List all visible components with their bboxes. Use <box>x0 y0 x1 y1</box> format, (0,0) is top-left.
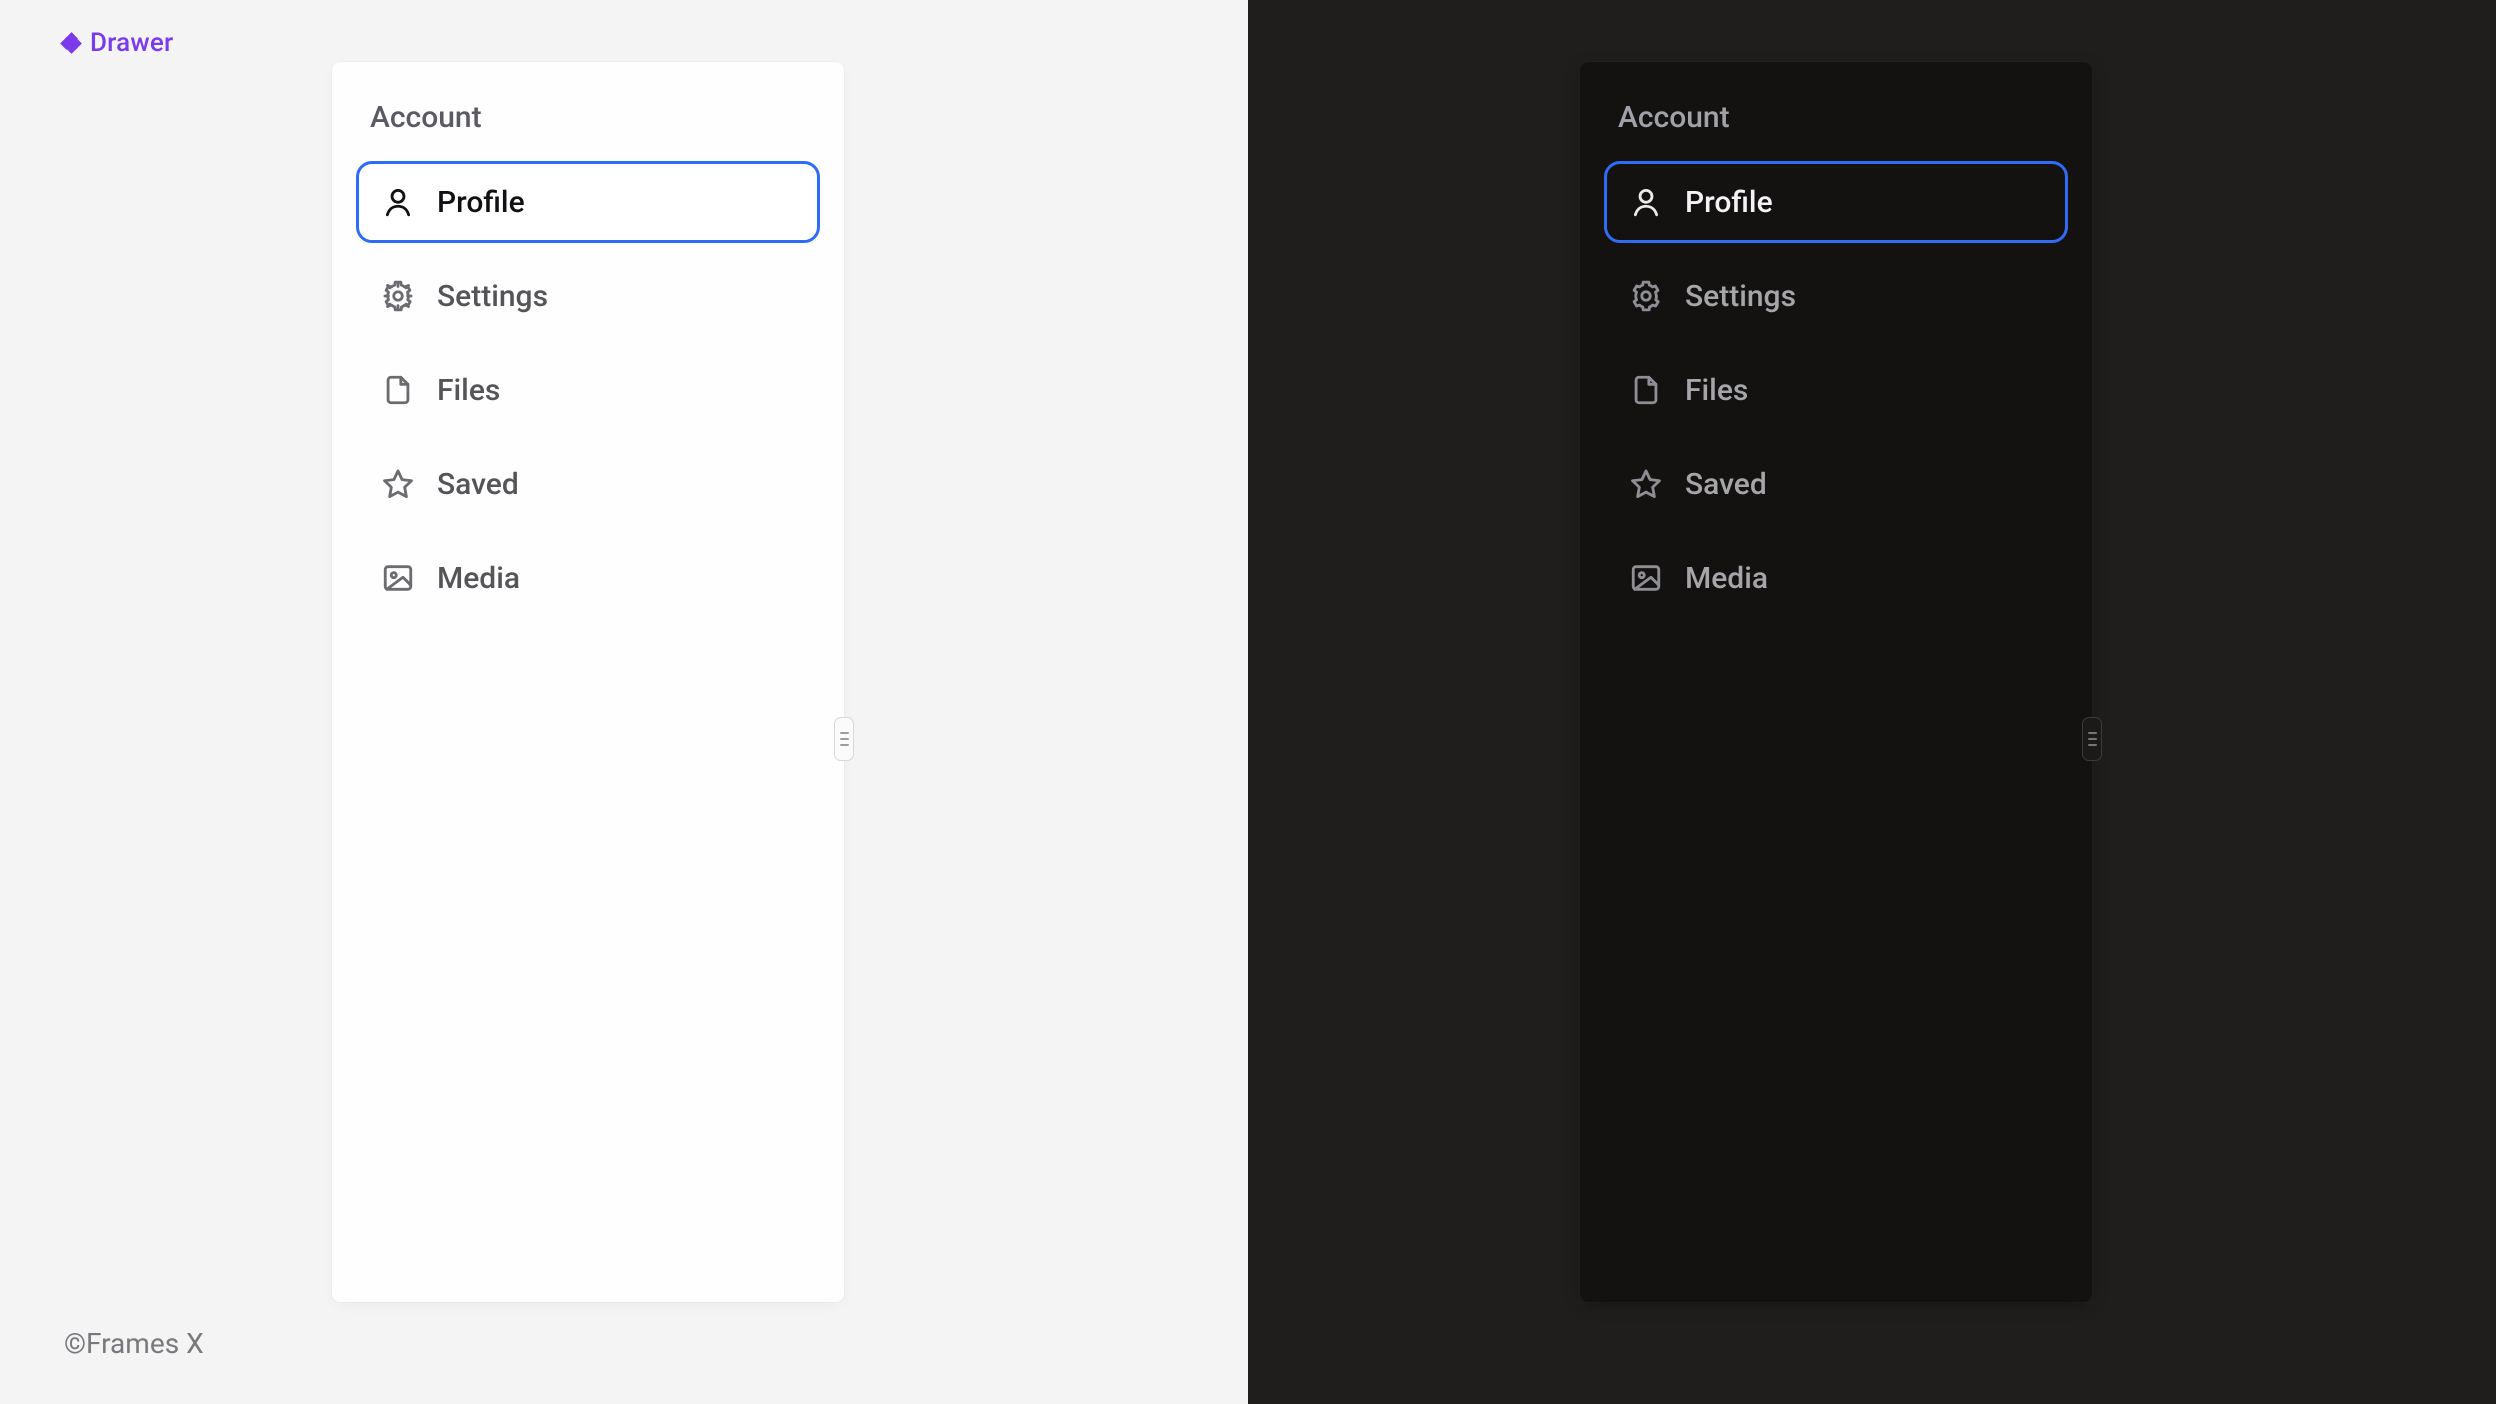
drawer-item-label: Settings <box>1685 279 1796 314</box>
user-icon <box>1629 185 1663 219</box>
drawer-section-title: Account <box>370 100 820 135</box>
drawer-item-files[interactable]: Files <box>356 349 820 431</box>
drawer-item-label: Settings <box>437 279 548 314</box>
drawer-item-label: Profile <box>1685 185 1773 220</box>
drawer-item-label: Saved <box>1685 467 1767 502</box>
dark-theme-preview: Account Profile Settings Files <box>1248 0 2496 1404</box>
file-icon <box>381 373 415 407</box>
drawer-item-label: Media <box>1685 561 1768 596</box>
drawer-item-saved[interactable]: Saved <box>1604 443 2068 525</box>
component-label-text: Drawer <box>90 28 173 58</box>
drawer-panel-light: Account Profile Settings <box>332 62 844 1302</box>
drawer-items: Profile Settings Files <box>356 161 820 619</box>
gear-icon <box>1629 279 1663 313</box>
drawer-items: Profile Settings Files Saved <box>1604 161 2068 619</box>
drawer-item-settings[interactable]: Settings <box>356 255 820 337</box>
drawer-item-label: Media <box>437 561 520 596</box>
file-icon <box>1629 373 1663 407</box>
drawer-item-settings[interactable]: Settings <box>1604 255 2068 337</box>
drawer-item-media[interactable]: Media <box>1604 537 2068 619</box>
drawer-item-label: Profile <box>437 185 525 220</box>
gear-icon <box>381 279 415 313</box>
star-icon <box>381 467 415 501</box>
image-icon <box>381 561 415 595</box>
drawer-item-saved[interactable]: Saved <box>356 443 820 525</box>
drawer-item-files[interactable]: Files <box>1604 349 2068 431</box>
user-icon <box>381 185 415 219</box>
drawer-item-label: Saved <box>437 467 519 502</box>
image-icon <box>1629 561 1663 595</box>
diamond-icon <box>62 34 80 52</box>
drawer-item-label: Files <box>437 373 500 408</box>
drawer-item-media[interactable]: Media <box>356 537 820 619</box>
copyright-text: ©Frames X <box>64 1327 204 1360</box>
drawer-resize-handle[interactable] <box>834 717 854 761</box>
drawer-section-title: Account <box>1618 100 2068 135</box>
drawer-item-profile[interactable]: Profile <box>356 161 820 243</box>
star-icon <box>1629 467 1663 501</box>
drawer-item-label: Files <box>1685 373 1748 408</box>
drawer-resize-handle[interactable] <box>2082 717 2102 761</box>
drawer-panel-dark: Account Profile Settings Files <box>1580 62 2092 1302</box>
component-label: Drawer <box>62 28 173 58</box>
drawer-item-profile[interactable]: Profile <box>1604 161 2068 243</box>
light-theme-preview: Drawer ©Frames X Account Profile Setting… <box>0 0 1248 1404</box>
